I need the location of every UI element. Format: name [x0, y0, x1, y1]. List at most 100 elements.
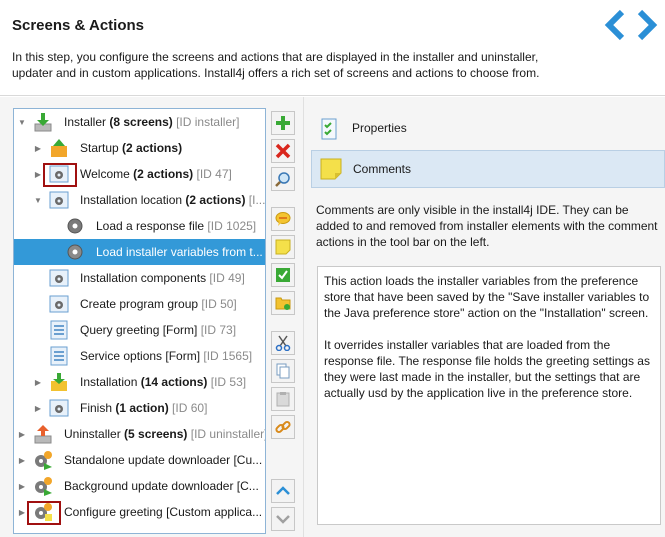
sticky-note-icon [320, 158, 342, 180]
screen-gear-icon [49, 295, 69, 313]
tree-item-startup[interactable]: ▶ Startup (2 actions) [14, 135, 265, 161]
tab-comments-label: Comments [353, 162, 412, 176]
expanded-arrow-icon[interactable]: ▼ [34, 196, 42, 205]
cut-button[interactable] [271, 331, 295, 355]
tree-item-label: Welcome [80, 167, 130, 181]
gear-icon [67, 218, 83, 234]
tree-item-label: Installation location [80, 193, 183, 207]
installer-icon [34, 113, 52, 132]
tree-item-label: Configure greeting [Custom applica... [64, 505, 263, 519]
installation-icon [51, 373, 67, 391]
tree-item-service-options[interactable]: Service options [Form] [ID 1565] [14, 343, 265, 369]
plus-icon [276, 116, 290, 130]
collapsed-arrow-icon[interactable]: ▶ [18, 430, 26, 439]
tree-item-installation-components[interactable]: Installation components [ID 49] [14, 265, 265, 291]
move-down-button[interactable] [271, 507, 295, 531]
search-button[interactable] [271, 167, 295, 191]
tree-item-background-update-downloader[interactable]: ▶ Background update downloader [C... [14, 473, 265, 499]
chevron-right-icon [637, 9, 658, 41]
add-button[interactable] [271, 111, 295, 135]
properties-icon [321, 118, 337, 140]
add-comment-button[interactable] [271, 207, 295, 231]
back-button[interactable] [602, 9, 628, 41]
move-up-button[interactable] [271, 479, 295, 503]
paste-icon [276, 392, 290, 407]
tree-item-label: Create program group [80, 297, 199, 311]
chevron-left-icon [604, 9, 625, 41]
folder-icon [275, 297, 291, 310]
collapsed-arrow-icon[interactable]: ▶ [18, 482, 26, 491]
comments-info-text: Comments are only visible in the install… [316, 203, 658, 249]
chain-link-icon [275, 420, 291, 434]
form-icon [50, 346, 68, 366]
tree-item-create-program-group[interactable]: Create program group [ID 50] [14, 291, 265, 317]
tree-item-label: Installer [64, 115, 107, 129]
tree-item-query-greeting[interactable]: Query greeting [Form] [ID 73] [14, 317, 265, 343]
screen-gear-icon [49, 191, 69, 209]
tree-item-label: Query greeting [Form] [80, 323, 198, 337]
tab-properties-label: Properties [352, 121, 407, 135]
paste-button[interactable] [271, 387, 295, 411]
gear-icon [67, 244, 83, 260]
tree-item-installation[interactable]: ▶ Installation (14 actions) [ID 53] [14, 369, 265, 395]
comment-paragraph: This action loads the installer variable… [324, 274, 650, 320]
highlight-box [27, 501, 61, 525]
tree-item-installation-location[interactable]: ▼ Installation location (2 actions) [I..… [14, 187, 265, 213]
panel-divider[interactable] [303, 97, 304, 537]
copy-icon [276, 363, 290, 379]
comment-bubble-icon [275, 212, 291, 226]
tab-properties[interactable]: Properties [311, 111, 665, 145]
edit-comment-button[interactable] [271, 235, 295, 259]
tab-comments[interactable]: Comments [311, 150, 665, 188]
highlight-box [43, 163, 77, 187]
tree-item-standalone-update-downloader[interactable]: ▶ Standalone update downloader [Cu... [14, 447, 265, 473]
link-button[interactable] [271, 415, 295, 439]
tree-item-load-installer-variables[interactable]: Load installer variables from t... [14, 239, 265, 265]
uninstaller-icon [34, 425, 52, 444]
tree-item-label: Installation [80, 375, 138, 389]
chevron-down-icon [276, 515, 290, 524]
tree-item-load-response-file[interactable]: Load a response file [ID 1025] [14, 213, 265, 239]
check-button[interactable] [271, 263, 295, 287]
screen-gear-icon [49, 269, 69, 287]
tree-item-label: Load a response file [96, 219, 205, 233]
tree-toolbar [271, 108, 297, 534]
collapsed-arrow-icon[interactable]: ▶ [18, 456, 26, 465]
comment-paragraph: It overrides installer variables that ar… [324, 338, 650, 400]
screen-gear-icon [49, 399, 69, 417]
tree-item-label: Uninstaller [64, 427, 121, 441]
comment-textarea[interactable]: This action loads the installer variable… [317, 266, 661, 525]
collapsed-arrow-icon[interactable]: ▶ [34, 378, 42, 387]
main-content: ▼ Installer (8 screens) [ID installer] ▶… [0, 97, 665, 537]
tree-item-label: Background update downloader [C... [64, 479, 259, 493]
delete-x-icon [275, 143, 291, 159]
application-gear-icon [35, 477, 52, 496]
delete-button[interactable] [271, 139, 295, 163]
magnifier-icon [275, 172, 290, 187]
collapsed-arrow-icon[interactable]: ▶ [18, 508, 26, 517]
page-title: Screens & Actions [12, 17, 144, 34]
tree-item-label: Startup [80, 141, 119, 155]
page-description: In this step, you configure the screens … [12, 50, 540, 80]
tree-item-finish[interactable]: ▶ Finish (1 action) [ID 60] [14, 395, 265, 421]
expanded-arrow-icon[interactable]: ▼ [18, 118, 26, 127]
copy-button[interactable] [271, 359, 295, 383]
chevron-up-icon [276, 486, 290, 495]
forward-button[interactable] [634, 9, 660, 41]
tree-item-label: Service options [Form] [80, 349, 201, 363]
header: Screens & Actions In this step, you conf… [0, 0, 665, 96]
scissors-icon [275, 335, 291, 351]
collapsed-arrow-icon[interactable]: ▶ [34, 170, 42, 179]
sticky-note-icon [275, 239, 291, 255]
tree-item-label: Finish [80, 401, 113, 415]
collapsed-arrow-icon[interactable]: ▶ [34, 144, 42, 153]
folder-button[interactable] [271, 291, 295, 315]
tree-item-installer[interactable]: ▼ Installer (8 screens) [ID installer] [14, 109, 265, 135]
tree-item-label: Installation components [80, 271, 207, 285]
collapsed-arrow-icon[interactable]: ▶ [34, 404, 42, 413]
tree-item-label: Standalone update downloader [Cu... [64, 453, 263, 467]
tree-item-label: Load installer variables from t... [96, 245, 263, 259]
screens-actions-tree[interactable]: ▼ Installer (8 screens) [ID installer] ▶… [13, 108, 266, 534]
startup-icon [51, 139, 67, 157]
tree-item-uninstaller[interactable]: ▶ Uninstaller (5 screens) [ID uninstalle… [14, 421, 265, 447]
